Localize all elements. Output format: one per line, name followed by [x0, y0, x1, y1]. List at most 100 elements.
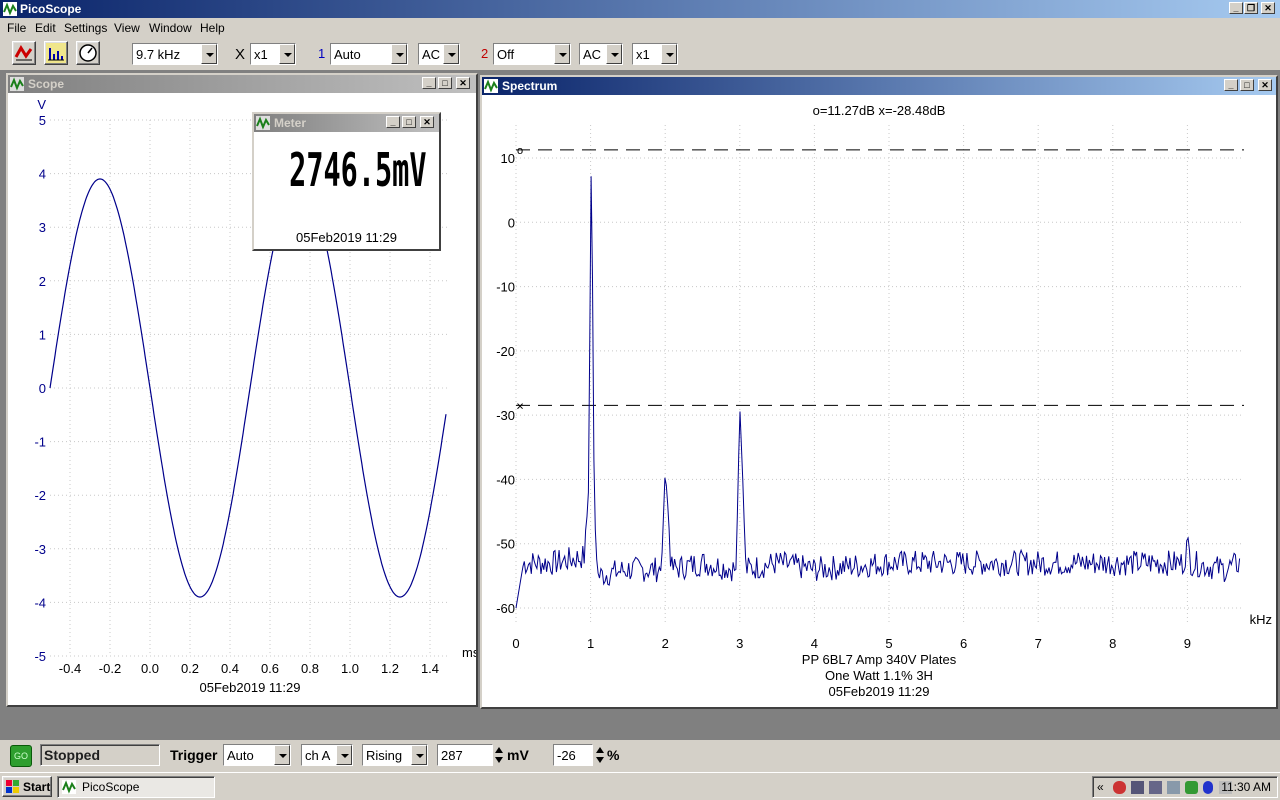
chevron-down-icon[interactable] [554, 44, 570, 64]
channel-2-coupling-select[interactable]: AC [579, 43, 623, 65]
scope-y-tick-label: -4 [34, 595, 46, 610]
menu-settings[interactable]: Settings [64, 21, 107, 35]
scope-y-tick-label: -1 [34, 435, 46, 450]
start-button[interactable]: Start [2, 776, 52, 797]
taskbar-picoscope-item[interactable]: PicoScope [57, 776, 215, 798]
restore-button[interactable]: ❐ [1244, 2, 1258, 14]
spectrum-minimize-button[interactable]: _ [1224, 79, 1238, 91]
chevron-down-icon[interactable] [391, 44, 407, 64]
picoscope-app-icon [10, 77, 24, 91]
menu-file[interactable]: File [7, 21, 26, 35]
meter-maximize-button[interactable]: □ [402, 116, 416, 128]
spectrum-readout: o=11.27dB x=-28.48dB [813, 103, 946, 118]
scope-minimize-button[interactable]: _ [422, 77, 436, 89]
trigger-edge-select[interactable]: Rising [362, 744, 428, 766]
spectrum-x-tick-label: 4 [811, 636, 818, 651]
spectrum-icon [48, 48, 64, 61]
spectrum-x-tick-label: 2 [662, 636, 669, 651]
timebase-select[interactable]: 9.7 kHz [132, 43, 218, 65]
scope-y-tick-label: -2 [34, 488, 46, 503]
meter-minimize-button[interactable]: _ [386, 116, 400, 128]
channel-1-coupling-select[interactable]: AC [418, 43, 460, 65]
spectrum-y-tick-label: -10 [496, 280, 515, 295]
spectrum-y-tick-label: -20 [496, 344, 515, 359]
bluetooth-tray-icon[interactable] [1203, 781, 1213, 794]
spectrum-y-tick-label: 10 [501, 151, 515, 166]
trigger-level-input[interactable]: 287 [437, 744, 493, 766]
meter-value: 2746.5mV [289, 143, 427, 197]
scope-y-tick-label: -3 [34, 542, 46, 557]
channel-1-range-select[interactable]: Auto [330, 43, 408, 65]
spectrum-x-tick-label: 1 [587, 636, 594, 651]
chevron-down-icon[interactable] [201, 44, 217, 64]
chevron-down-icon[interactable] [606, 44, 622, 64]
pretrigger-input[interactable]: -26 [553, 744, 593, 766]
scope-y-tick-label: 5 [39, 113, 46, 128]
spectrum-y-tick-label: -60 [496, 601, 515, 616]
chevron-down-icon[interactable] [411, 745, 427, 765]
meter-close-button[interactable]: ✕ [420, 116, 434, 128]
spectrum-window: Spectrum _ □ ✕ 10 0 -10 -20 -30 -40 -50 -60 0 1 2 3… [480, 75, 1278, 709]
status-bar: GO Stopped Trigger Auto ch A Rising 287 … [0, 740, 1280, 772]
channel-2-range-select[interactable]: Off [493, 43, 571, 65]
spectrum-x-unit: kHz [1250, 612, 1272, 627]
network-tray-icon[interactable] [1131, 781, 1144, 794]
meter-window: Meter _ □ ✕ 2746.5mV 05Feb2019 11:29 [252, 112, 441, 251]
antivirus-tray-icon[interactable] [1113, 781, 1126, 794]
scope-x-tick-label: 1.2 [381, 661, 399, 676]
windows-logo-icon [6, 780, 19, 793]
trigger-level-spinner[interactable] [493, 744, 504, 766]
chevron-down-icon[interactable] [279, 44, 295, 64]
spectrum-title: Spectrum [502, 79, 558, 93]
close-button[interactable]: ✕ [1261, 2, 1275, 14]
meter-view-button[interactable] [76, 41, 100, 65]
app-title-bar: PicoScope _ ❐ ✕ [0, 0, 1280, 18]
pretrigger-spinner[interactable] [594, 744, 605, 766]
spectrum-view-button[interactable] [44, 41, 68, 65]
pretrigger-unit: % [607, 747, 620, 763]
scope-timestamp: 05Feb2019 11:29 [200, 680, 301, 695]
minimize-button[interactable]: _ [1229, 2, 1243, 14]
spectrum-y-tick-label: -30 [496, 408, 515, 423]
trigger-level-unit: mV [507, 747, 529, 763]
spectrum-y-tick-label: -40 [496, 472, 515, 487]
chevron-down-icon[interactable] [274, 745, 290, 765]
channel-2-multiplier-select[interactable]: x1 [632, 43, 678, 65]
scope-view-button[interactable] [12, 41, 36, 65]
spectrum-caption-1: PP 6BL7 Amp 340V Plates [802, 652, 957, 667]
spectrum-x-tick-label: 8 [1109, 636, 1116, 651]
trigger-channel-select[interactable]: ch A [301, 744, 353, 766]
chevron-down-icon[interactable] [661, 44, 677, 64]
scope-close-button[interactable]: ✕ [456, 77, 470, 89]
tray-expand-icon[interactable]: « [1097, 780, 1104, 794]
spectrum-x-tick-label: 7 [1035, 636, 1042, 651]
menu-window[interactable]: Window [149, 21, 192, 35]
chevron-down-icon[interactable] [336, 745, 352, 765]
spectrum-maximize-button[interactable]: □ [1240, 79, 1254, 91]
menu-view[interactable]: View [114, 21, 140, 35]
spectrum-close-button[interactable]: ✕ [1258, 79, 1272, 91]
scope-y-tick-label: 1 [39, 327, 46, 342]
scope-x-tick-label: 0.4 [221, 661, 239, 676]
chevron-down-icon[interactable] [443, 44, 459, 64]
go-button[interactable]: GO [10, 745, 32, 767]
update-tray-icon[interactable] [1185, 781, 1198, 794]
display-tray-icon[interactable] [1167, 781, 1180, 794]
menu-help[interactable]: Help [200, 21, 225, 35]
scope-maximize-button[interactable]: □ [438, 77, 452, 89]
spectrum-x-tick-label: 9 [1184, 636, 1191, 651]
channel-1-label: 1 [318, 46, 326, 61]
toolbar: 9.7 kHz X x1 1 Auto AC 2 Off AC x1 [0, 38, 1280, 71]
network2-tray-icon[interactable] [1149, 781, 1162, 794]
trigger-mode-select[interactable]: Auto [223, 744, 291, 766]
scope-x-tick-label: 1.4 [421, 661, 439, 676]
spectrum-plot[interactable]: 10 0 -10 -20 -30 -40 -50 -60 0 1 2 3 4 5 6 7 8 9 kHz o=11.2… [482, 95, 1276, 707]
meter-title-bar: Meter _ □ ✕ [254, 114, 439, 132]
picoscope-app-icon [62, 780, 76, 794]
picoscope-app-icon [3, 2, 17, 16]
scope-y-unit: V [37, 97, 46, 112]
menu-edit[interactable]: Edit [35, 21, 56, 35]
x-multiplier-select[interactable]: x1 [250, 43, 296, 65]
scope-x-tick-label: 0.0 [141, 661, 159, 676]
scope-icon [14, 45, 33, 61]
